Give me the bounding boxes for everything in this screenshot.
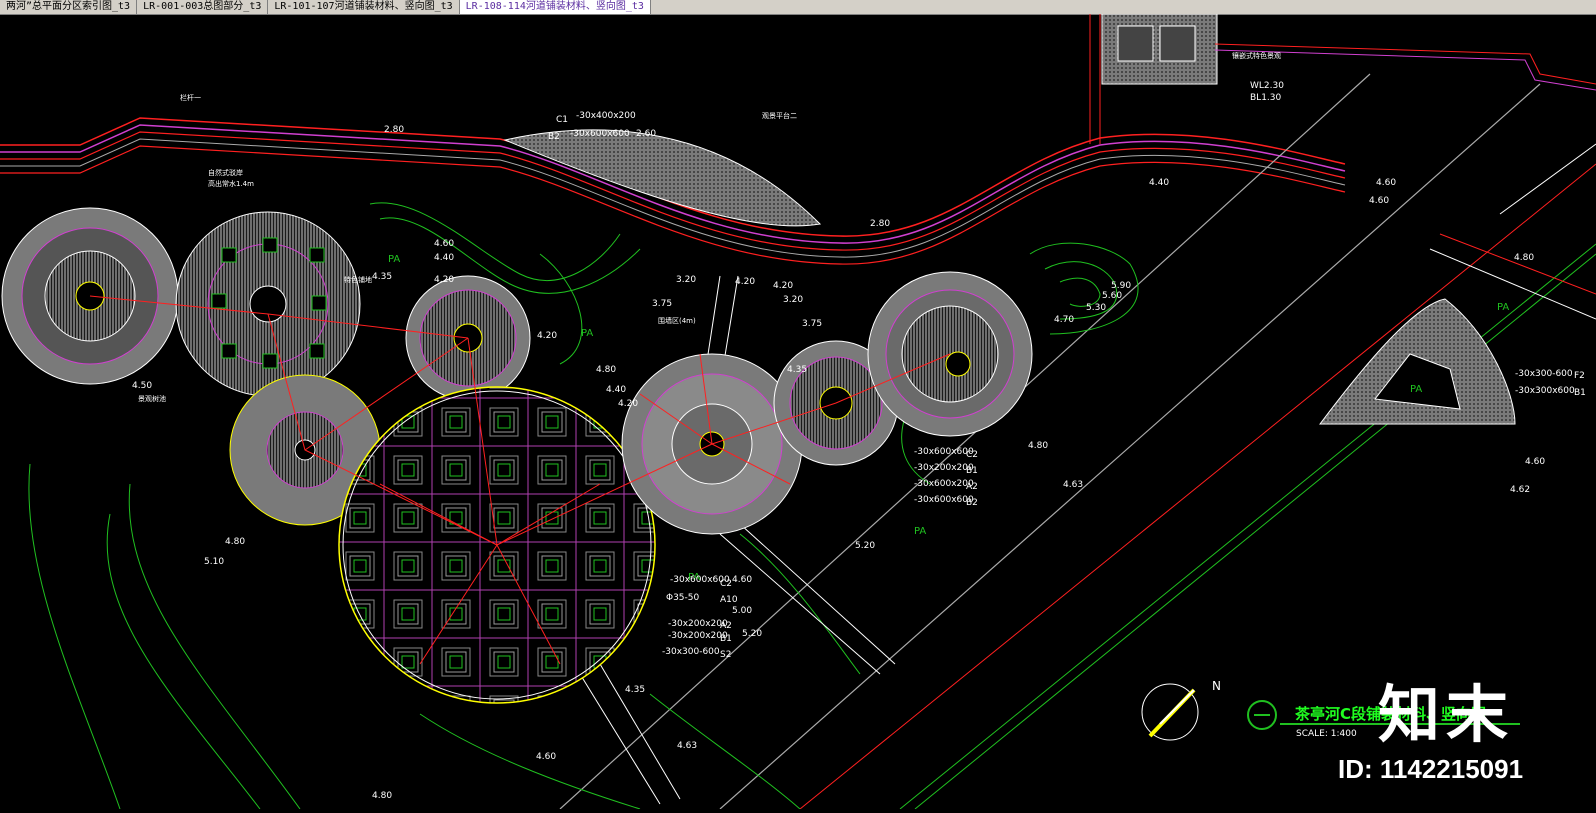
note: 高出常水1.4m: [208, 179, 254, 188]
level-label: 3.20: [676, 275, 696, 285]
level-label: 2.60: [636, 129, 656, 139]
material-code: B1: [966, 466, 978, 476]
watermark-id: ID: 1142215091: [1338, 754, 1524, 784]
level-label: 4.60: [536, 752, 556, 762]
tab-general-plan[interactable]: LR-001-003总图部分_t3: [137, 0, 269, 14]
bottom-level: BL1.30: [1250, 93, 1282, 103]
level-label: 5.60: [1102, 291, 1122, 301]
area-label: PA: [914, 526, 926, 537]
file-tab-bar: 两河”总平面分区索引图_t3 LR-001-003总图部分_t3 LR-101-…: [0, 0, 1596, 15]
material-callout: -30x200x200: [668, 631, 728, 641]
level-label: 4.20: [537, 331, 557, 341]
level-label: 5.20: [855, 541, 875, 551]
note: 镶嵌式特色景观: [1232, 51, 1281, 60]
north-arrow: [1141, 683, 1199, 741]
level-label: 4.20: [618, 399, 638, 409]
material-callout: -30x300x600: [1515, 386, 1575, 396]
level-label: 4.80: [225, 537, 245, 547]
level-label: 4.60: [1376, 178, 1396, 188]
level-label: 4.60: [1525, 457, 1545, 467]
level-label: 3.75: [802, 319, 822, 329]
level-label: 4.60: [732, 575, 752, 585]
tab-river-paving-101[interactable]: LR-101-107河道铺装材料、竖向图_t3: [268, 0, 460, 14]
cad-drawing-canvas[interactable]: N 茶亭河C段铺装材料、竖向图 SCALE: 1:400 2.80 2.60 4…: [0, 13, 1596, 810]
level-label: 4.63: [1063, 480, 1083, 490]
level-label: 4.35: [372, 272, 392, 282]
level-label: 4.80: [596, 365, 616, 375]
material-code: B1: [720, 634, 732, 644]
level-label: 5.10: [204, 557, 224, 567]
level-label: 4.80: [372, 791, 392, 801]
area-label: PA: [581, 328, 593, 339]
water-level: WL2.30: [1250, 81, 1284, 91]
level-label: 4.70: [1054, 315, 1074, 325]
watermark-brand: 知末: [1378, 681, 1515, 750]
tab-master-plan-index[interactable]: 两河”总平面分区索引图_t3: [0, 0, 138, 14]
material-code: A2: [966, 482, 978, 492]
level-label: 4.50: [132, 381, 152, 391]
level-label: 2.80: [384, 125, 404, 135]
level-label: 5.20: [742, 629, 762, 639]
tab-river-paving-108[interactable]: LR-108-114河道铺装材料、竖向图_t3: [459, 0, 651, 14]
level-label: 4.40: [1149, 178, 1169, 188]
material-code: B1: [1574, 388, 1586, 398]
note: 围墙区(4m): [658, 316, 696, 325]
level-label: 3.75: [652, 299, 672, 309]
level-label: 4.80: [1028, 441, 1048, 451]
material-code: C1: [556, 115, 568, 125]
material-callout: -30x300-600: [662, 647, 720, 657]
plaza-circle-2: [175, 211, 361, 397]
material-code: B2: [966, 498, 978, 508]
level-label: 4.20: [773, 281, 793, 291]
level-label: 4.35: [787, 365, 807, 375]
cad-drawing: N 茶亭河C段铺装材料、竖向图 SCALE: 1:400 2.80 2.60 4…: [0, 13, 1596, 810]
level-label: 4.40: [434, 253, 454, 263]
level-label: 4.35: [625, 685, 645, 695]
material-code: F2: [1574, 371, 1585, 381]
level-label: 4.60: [1369, 196, 1389, 206]
area-label: PA: [1410, 384, 1422, 395]
building-block: [1089, 13, 1596, 144]
material-callout: -30x400x200: [576, 111, 636, 121]
level-label: 5.90: [1111, 281, 1131, 291]
level-label: 4.60: [434, 239, 454, 249]
level-label: 4.63: [677, 741, 697, 751]
material-callout: -30x600x600: [914, 447, 974, 457]
material-callout: -30x300-600: [1515, 369, 1573, 379]
level-label: 5.00: [732, 606, 752, 616]
level-label: 3.20: [783, 295, 803, 305]
material-callout: -30x600x600: [914, 495, 974, 505]
note: 景观树池: [138, 394, 166, 403]
drawing-scale: SCALE: 1:400: [1296, 729, 1357, 739]
level-label: 4.62: [1510, 485, 1530, 495]
level-label: 4.80: [1514, 253, 1534, 263]
level-label: 4.20: [434, 275, 454, 285]
material-callout: -30x200x200: [668, 619, 728, 629]
level-label: 4.20: [735, 277, 755, 287]
note: 特色铺地: [344, 275, 372, 284]
triangle-planter: [1318, 298, 1516, 425]
level-label: 4.40: [606, 385, 626, 395]
material-callout: Φ35-50: [666, 593, 700, 603]
material-code: B2: [548, 132, 560, 142]
material-code: C2: [966, 450, 978, 460]
material-callout: -30x200x200: [914, 463, 974, 473]
area-label: PA: [1497, 302, 1509, 313]
note: 自然式驳岸: [208, 168, 243, 177]
material-code: A10: [720, 595, 738, 605]
north-label: N: [1212, 679, 1221, 693]
area-label: PA: [388, 254, 400, 265]
material-code: S2: [720, 650, 731, 660]
note: 栏杆一: [180, 93, 201, 102]
level-label: 5.30: [1086, 303, 1106, 313]
material-code: C2: [720, 579, 732, 589]
material-callout: -30x600x600: [570, 129, 630, 139]
level-label: 2.80: [870, 219, 890, 229]
material-callout: -30x600x200: [914, 479, 974, 489]
material-code: A2: [720, 621, 732, 631]
viewing-platform-hatch: [503, 129, 822, 227]
note: 观景平台二: [762, 111, 797, 120]
